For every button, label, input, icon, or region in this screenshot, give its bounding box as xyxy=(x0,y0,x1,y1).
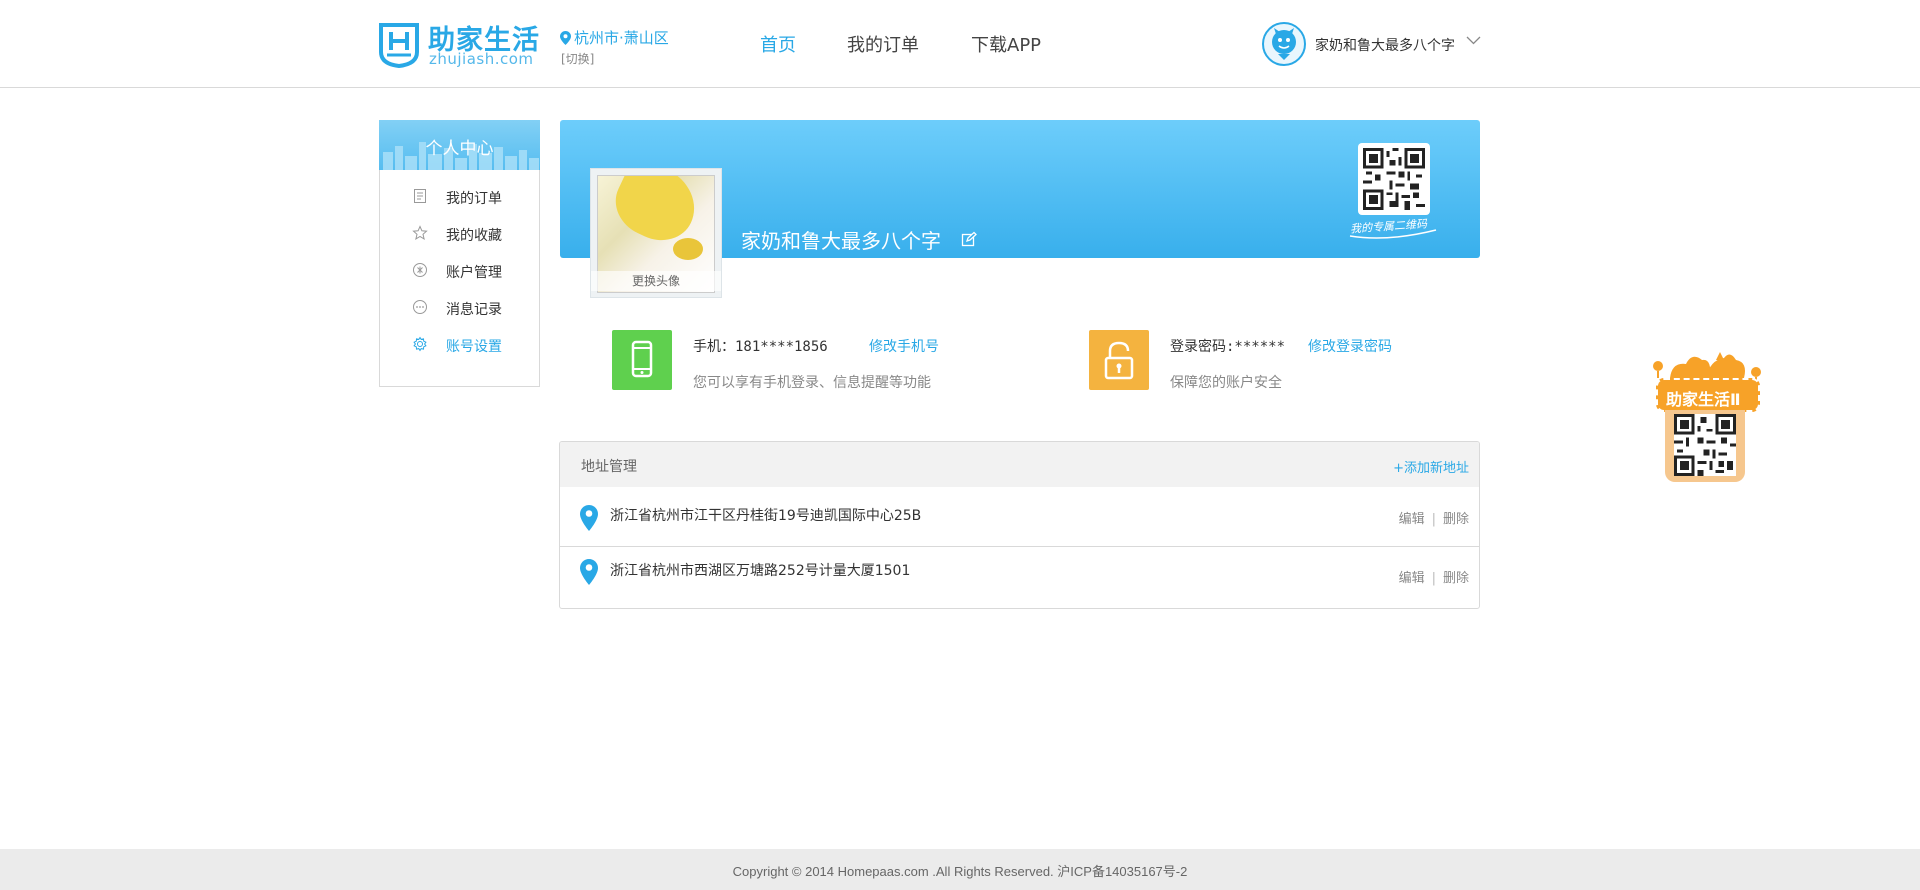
city-selector[interactable]: 杭州市·萧山区 xyxy=(560,27,669,48)
divider: | xyxy=(1431,512,1436,527)
sidebar-item-account[interactable]: 账户管理 xyxy=(380,256,539,286)
chevron-down-icon xyxy=(1466,36,1481,45)
address-panel-title: 地址管理 xyxy=(581,459,637,475)
address-actions: 编辑 | 删除 xyxy=(1399,567,1469,586)
add-address-link[interactable]: +添加新地址 xyxy=(1393,457,1469,476)
sidebar-title: 个人中心 xyxy=(425,139,494,159)
sidebar-item-label: 消息记录 xyxy=(446,302,502,318)
sidebar-item-label: 账号设置 xyxy=(446,339,502,355)
divider: | xyxy=(1431,571,1436,586)
location-pin-icon xyxy=(580,559,598,585)
account-icon xyxy=(413,263,427,277)
star-icon xyxy=(412,225,428,240)
delete-address-link[interactable]: 删除 xyxy=(1443,571,1469,586)
address-text: 浙江省杭州市江干区丹桂街19号迪凯国际中心25B xyxy=(610,508,922,524)
address-panel-header: 地址管理 +添加新地址 xyxy=(560,442,1479,487)
address-actions: 编辑 | 删除 xyxy=(1399,508,1469,527)
swash-decoration-icon xyxy=(1349,229,1437,239)
password-description: 保障您的账户安全 xyxy=(1170,375,1282,391)
edit-address-link[interactable]: 编辑 xyxy=(1399,512,1425,527)
location-pin-icon xyxy=(560,31,571,45)
gear-icon xyxy=(413,336,427,352)
nav-home[interactable]: 首页 xyxy=(760,31,796,57)
sidebar-item-label: 账户管理 xyxy=(446,265,502,281)
avatar-card[interactable]: 更换头像 xyxy=(590,168,722,298)
nav-download-app[interactable]: 下载APP xyxy=(971,31,1041,57)
city-switch-link[interactable]: [切换] xyxy=(561,50,594,67)
password-label: 登录密码:****** xyxy=(1170,339,1286,355)
qr-code-icon xyxy=(1674,414,1736,476)
phone-number: 手机：181****1856 xyxy=(693,339,828,355)
profile-name: 家奶和鲁大最多八个字 xyxy=(741,229,941,253)
user-avatar[interactable] xyxy=(1262,22,1306,66)
sidebar-item-my-favorites[interactable]: 我的收藏 xyxy=(380,219,539,249)
logo-shield-icon xyxy=(379,23,419,68)
address-row: 浙江省杭州市西湖区万塘路252号计量大厦1501 编辑 | 删除 xyxy=(560,547,1479,607)
app-download-widget[interactable]: 助家生活Ⅱ xyxy=(1652,348,1762,488)
address-row: 浙江省杭州市江干区丹桂街19号迪凯国际中心25B 编辑 | 删除 xyxy=(560,487,1479,547)
sidebar-item-label: 我的收藏 xyxy=(446,228,502,244)
change-avatar-button[interactable]: 更换头像 xyxy=(591,271,721,291)
app-qr-code xyxy=(1665,410,1745,482)
phone-icon xyxy=(612,330,672,390)
message-icon xyxy=(413,300,427,314)
mascot-face-icon xyxy=(1272,28,1296,60)
qr-code-icon xyxy=(1363,148,1425,210)
sidebar-item-messages[interactable]: 消息记录 xyxy=(380,293,539,323)
change-phone-link[interactable]: 修改手机号 xyxy=(869,336,939,356)
lock-icon xyxy=(1089,330,1149,390)
sidebar: 个人中心 我的订单 我的收藏 账户管理 消息记录 账号设置 xyxy=(379,120,540,387)
address-panel: 地址管理 +添加新地址 浙江省杭州市江干区丹桂街19号迪凯国际中心25B 编辑 |… xyxy=(559,441,1480,609)
edit-address-link[interactable]: 编辑 xyxy=(1399,571,1425,586)
location-pin-icon xyxy=(580,505,598,531)
sidebar-item-label: 我的订单 xyxy=(446,191,502,207)
phone-description: 您可以享有手机登录、信息提醒等功能 xyxy=(693,375,931,391)
copyright-text: Copyright © 2014 Homepaas.com .All Right… xyxy=(732,864,1188,879)
sidebar-item-my-orders[interactable]: 我的订单 xyxy=(380,182,539,212)
user-name: 家奶和鲁大最多八个字 xyxy=(1315,38,1455,54)
address-text: 浙江省杭州市西湖区万塘路252号计量大厦1501 xyxy=(610,563,911,579)
sidebar-item-account-settings[interactable]: 账号设置 xyxy=(380,330,539,360)
site-header: 助家生活 zhujiash.com 杭州市·萧山区 [切换] 首页 我的订单 下… xyxy=(0,0,1920,88)
nav-my-orders[interactable]: 我的订单 xyxy=(847,31,919,57)
logo-domain: zhujiash.com xyxy=(429,50,534,68)
edit-name-icon[interactable] xyxy=(961,231,977,247)
sidebar-header: 个人中心 xyxy=(379,120,540,170)
site-footer: Copyright © 2014 Homepaas.com .All Right… xyxy=(0,849,1920,890)
document-icon xyxy=(414,189,426,203)
change-password-link[interactable]: 修改登录密码 xyxy=(1308,336,1392,356)
my-qr-code[interactable] xyxy=(1358,143,1430,215)
app-name-label: 助家生活Ⅱ xyxy=(1666,390,1741,409)
site-logo[interactable]: 助家生活 zhujiash.com xyxy=(378,20,543,70)
delete-address-link[interactable]: 删除 xyxy=(1443,512,1469,527)
city-name: 杭州市·萧山区 xyxy=(574,29,669,47)
